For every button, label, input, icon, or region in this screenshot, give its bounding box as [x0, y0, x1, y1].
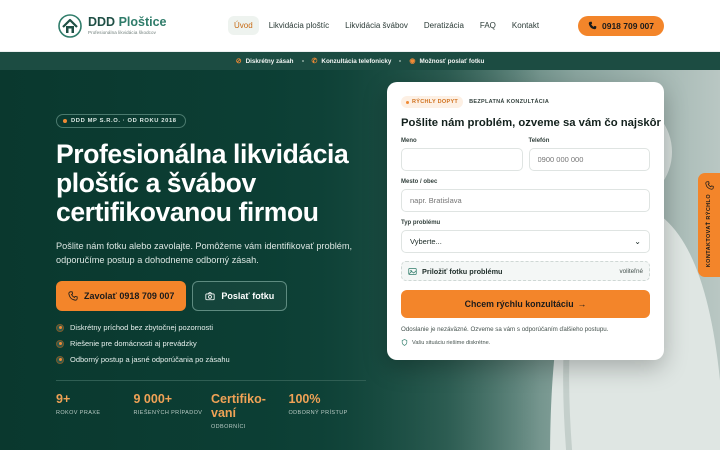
benefit-item: Odborný postup a jasné odporúčania po zá…: [56, 355, 366, 364]
divider: [56, 380, 366, 381]
brand-name-a: DDD: [88, 14, 119, 29]
separator-dot: [301, 60, 304, 62]
feature-bar: ⊘ Diskrétny zásah ✆ Konzultácia telefonick…: [0, 52, 720, 70]
phone-icon: ✆: [311, 58, 318, 65]
phone-icon: [588, 21, 597, 30]
privacy-note: Vašu situáciu riešime diskrétne.: [401, 339, 650, 346]
phone-icon: [704, 181, 714, 190]
feature-item: ◉ Možnosť poslať fotku: [409, 57, 485, 66]
city-field[interactable]: [401, 189, 650, 212]
benefit-item: Riešenie pre domácnosti aj prevádzky: [56, 339, 366, 348]
send-photo-button[interactable]: Poslať fotku: [192, 281, 288, 311]
header-call-button[interactable]: 0918 709 007: [578, 15, 664, 36]
stat-approach: 100% ODBORNÝ PRÍSTUP: [288, 392, 348, 416]
phone-field[interactable]: [528, 148, 650, 171]
submit-button[interactable]: Chcem rýchlu konzultáciu →: [401, 290, 650, 318]
name-field[interactable]: [401, 148, 523, 171]
quick-inquiry-pill: RÝCHLY DOPYT: [401, 96, 464, 108]
stat-years: 9+ ROKOV PRAXE: [56, 392, 101, 416]
form-note: Odoslanie je nezáväzné. Ozveme sa vám s …: [401, 326, 609, 333]
hero-content: DDD MP S.R.O. · OD ROKU 2018 Profesionál…: [56, 110, 366, 430]
feature-item: ✆ Konzultácia telefonicky: [311, 57, 392, 66]
quick-contact-label: KONTAKTOVAŤ RÝCHLO: [706, 194, 712, 268]
arrow-right-icon: →: [577, 299, 587, 309]
house-logo-icon: [58, 13, 82, 38]
phone-label: Telefón: [528, 138, 550, 144]
city-label: Mesto / obec: [401, 179, 438, 185]
problem-type-select[interactable]: Vyberte... ⌄: [401, 230, 650, 253]
stats: 9+ ROKOV PRAXE 9 000+ RIEŠENÝCH PRÍPADOV C…: [56, 392, 366, 430]
quick-inquiry-form: RÝCHLY DOPYT BEZPLATNÁ KONZULTÁCIA Pošli…: [387, 82, 664, 360]
nav-item-deratizacia[interactable]: Deratizácia: [418, 16, 470, 35]
image-icon: [408, 267, 417, 275]
nav-item-faq[interactable]: FAQ: [474, 16, 502, 35]
photo-upload[interactable]: Priložiť fotku problému voliteľné: [401, 261, 650, 281]
camera-icon: [205, 292, 215, 301]
camera-icon: ◉: [409, 58, 416, 65]
nav-item-likvidacia-svabov[interactable]: Likvidácia švábov: [339, 16, 414, 35]
brand-tagline: Profesionálna likvidácia škodcov: [88, 29, 156, 35]
brand-name-b: Ploštice: [118, 14, 167, 29]
optional-label: voliteľné: [619, 267, 643, 275]
free-consultation-label: BEZPLATNÁ KONZULTÁCIA: [469, 99, 550, 105]
eye-off-icon: ⊘: [235, 58, 242, 65]
feature-item: ⊘ Diskrétny zásah: [235, 57, 294, 66]
hero-title: Profesionálna likvidácia ploštíc a švábo…: [56, 139, 349, 227]
separator-dot: [399, 60, 402, 62]
chevron-down-icon: ⌄: [634, 237, 641, 246]
nav-item-kontakt[interactable]: Kontakt: [506, 16, 545, 35]
stat-cases: 9 000+ RIEŠENÝCH PRÍPADOV: [133, 392, 203, 416]
main-nav: Úvod Likvidácia ploštíc Likvidácia švábo…: [228, 16, 545, 35]
benefit-list: Diskrétny príchod bez zbytočnej pozornos…: [56, 323, 366, 364]
nav-item-likvidacia-plostic[interactable]: Likvidácia ploštíc: [263, 16, 335, 35]
phone-icon: [68, 291, 78, 301]
form-title: Pošlite nám problém, ozveme sa vám čo na…: [401, 117, 661, 129]
hero-lead: Pošlite nám fotku alebo zavolajte. Pomôž…: [56, 241, 353, 265]
stat-certified: Certifiko- vaní ODBORNÍCI: [211, 392, 266, 430]
shield-icon: [401, 339, 408, 346]
call-button[interactable]: Zavolať 0918 709 007: [56, 281, 187, 311]
name-label: Meno: [401, 138, 417, 144]
benefit-item: Diskrétny príchod bez zbytočnej pozornos…: [56, 323, 366, 332]
nav-item-uvod[interactable]: Úvod: [228, 16, 259, 35]
company-badge: DDD MP S.R.O. · OD ROKU 2018: [56, 114, 186, 128]
problem-type-label: Typ problému: [401, 220, 441, 226]
logo[interactable]: DDD Ploštice Profesionálna likvidácia šk…: [58, 13, 228, 38]
header-call-label: 0918 709 007: [602, 20, 654, 31]
quick-contact-tab[interactable]: KONTAKTOVAŤ RÝCHLO: [698, 173, 720, 277]
site-header: DDD Ploštice Profesionálna likvidácia šk…: [0, 0, 720, 52]
